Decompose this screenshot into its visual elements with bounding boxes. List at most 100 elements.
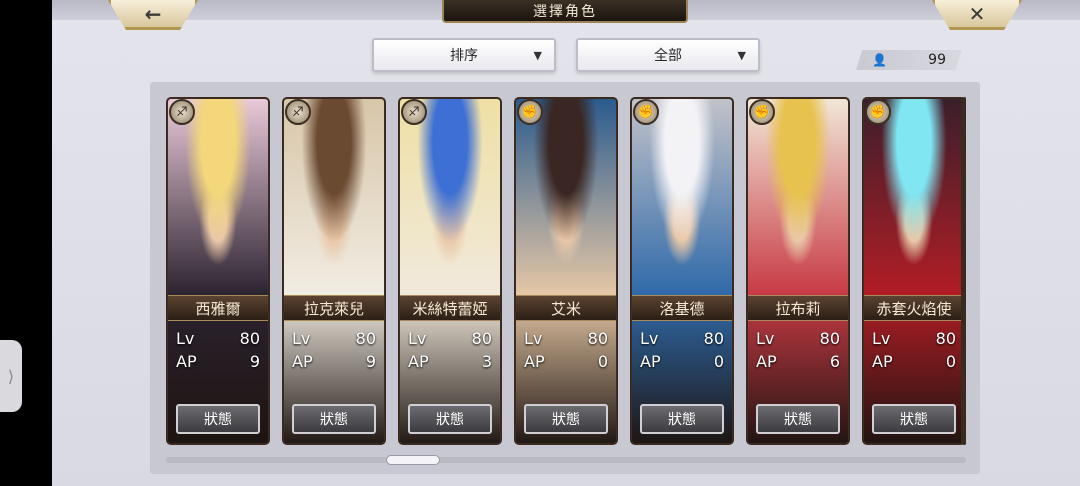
character-name: 米絲特蕾婭 (400, 295, 500, 321)
character-card[interactable]: ✊ 艾米 Lv 80 AP 0 狀態 (514, 97, 618, 445)
ap-row: AP 0 (524, 350, 608, 372)
fist-icon-glyph: ✊ (753, 104, 771, 120)
ap-label: AP (176, 351, 197, 371)
character-name: 拉克萊兒 (284, 295, 384, 321)
close-icon: ✕ (968, 1, 986, 26)
back-button[interactable]: ← (108, 0, 198, 30)
ap-label: AP (524, 351, 545, 371)
status-button[interactable]: 狀態 (176, 404, 260, 434)
character-portrait (748, 99, 848, 295)
bow-icon: ♐ (285, 99, 311, 125)
character-name: 洛基德 (632, 295, 732, 321)
person-icon: 👤 (872, 53, 887, 67)
status-button[interactable]: 狀態 (524, 404, 608, 434)
fist-icon: ✊ (865, 99, 891, 125)
level-label: Lv (292, 328, 311, 348)
character-portrait (864, 99, 964, 295)
character-card[interactable]: ✊ 洛基德 Lv 80 AP 0 狀態 (630, 97, 734, 445)
level-value: 80 (355, 328, 376, 348)
character-card[interactable]: ✊ 拉布莉 Lv 80 AP 6 狀態 (746, 97, 850, 445)
character-portrait (516, 99, 616, 295)
level-label: Lv (408, 328, 427, 348)
level-row: Lv 80 (408, 327, 492, 349)
character-portrait (284, 99, 384, 295)
sort-dropdown[interactable]: 排序 ▼ (372, 38, 556, 72)
level-value: 80 (239, 328, 260, 348)
fist-icon: ✊ (633, 99, 659, 125)
level-row: Lv 80 (756, 327, 840, 349)
status-button[interactable]: 狀態 (408, 404, 492, 434)
level-label: Lv (176, 328, 195, 348)
fist-icon-glyph: ✊ (869, 104, 887, 120)
level-value: 80 (819, 328, 840, 348)
character-name: 艾米 (516, 295, 616, 321)
level-label: Lv (640, 328, 659, 348)
character-card[interactable]: ✊ 赤套火焰使 Lv 80 AP 0 狀態 (862, 97, 966, 445)
filter-dropdown-label: 全部 (654, 48, 682, 64)
ap-label: AP (640, 351, 661, 371)
level-label: Lv (756, 328, 775, 348)
filter-dropdown[interactable]: 全部 ▼ (576, 38, 760, 72)
ap-label: AP (872, 351, 893, 371)
status-button[interactable]: 狀態 (872, 404, 956, 434)
character-portrait (168, 99, 268, 295)
ap-label: AP (292, 351, 313, 371)
character-portrait (632, 99, 732, 295)
ap-value: 9 (365, 351, 376, 371)
chevron-down-icon: ▼ (737, 48, 746, 62)
character-card[interactable]: ♐ 拉克萊兒 Lv 80 AP 9 狀態 (282, 97, 386, 445)
sort-dropdown-label: 排序 (450, 48, 478, 64)
ap-value: 3 (481, 351, 492, 371)
character-card-list[interactable]: ♐ 西雅爾 Lv 80 AP 9 狀態 ♐ 拉克萊兒 Lv 80 AP 9 狀態… (166, 97, 966, 447)
next-card-peek (961, 97, 966, 445)
ap-value: 9 (249, 351, 260, 371)
ap-label: AP (756, 351, 777, 371)
level-row: Lv 80 (640, 327, 724, 349)
level-value: 80 (471, 328, 492, 348)
chevron-right-icon: ⟩ (7, 366, 15, 386)
character-card[interactable]: ♐ 西雅爾 Lv 80 AP 9 狀態 (166, 97, 270, 445)
fist-icon: ✊ (749, 99, 775, 125)
character-select-screen: ← 選擇角色 ✕ 排序 ▼ 全部 ▼ 👤 99 ♐ 西雅爾 Lv 80 AP 9… (52, 0, 1080, 486)
character-card[interactable]: ♐ 米絲特蕾婭 Lv 80 AP 3 狀態 (398, 97, 502, 445)
bow-icon-glyph: ♐ (292, 104, 304, 120)
ap-row: AP 6 (756, 350, 840, 372)
ap-label: AP (408, 351, 429, 371)
character-count: 👤 99 (856, 50, 962, 70)
level-row: Lv 80 (176, 327, 260, 349)
close-button[interactable]: ✕ (932, 0, 1022, 30)
bow-icon: ♐ (401, 99, 427, 125)
bow-icon: ♐ (169, 99, 195, 125)
horizontal-scrollbar[interactable] (166, 457, 966, 463)
ap-row: AP 0 (640, 350, 724, 372)
level-label: Lv (524, 328, 543, 348)
level-value: 80 (935, 328, 956, 348)
scrollbar-thumb[interactable] (386, 455, 440, 465)
character-name: 赤套火焰使 (864, 295, 964, 321)
bow-icon-glyph: ♐ (176, 104, 188, 120)
character-roster-panel: ♐ 西雅爾 Lv 80 AP 9 狀態 ♐ 拉克萊兒 Lv 80 AP 9 狀態… (150, 82, 980, 474)
side-drawer-handle[interactable]: ⟩ (0, 340, 22, 412)
status-button[interactable]: 狀態 (640, 404, 724, 434)
level-row: Lv 80 (292, 327, 376, 349)
level-row: Lv 80 (872, 327, 956, 349)
ap-row: AP 9 (292, 350, 376, 372)
character-portrait (400, 99, 500, 295)
ap-value: 6 (829, 351, 840, 371)
ap-row: AP 9 (176, 350, 260, 372)
page-title: 選擇角色 (442, 0, 688, 23)
status-button[interactable]: 狀態 (292, 404, 376, 434)
arrow-left-icon: ← (144, 1, 162, 26)
character-name: 西雅爾 (168, 295, 268, 321)
fist-icon-glyph: ✊ (637, 104, 655, 120)
fist-icon-glyph: ✊ (521, 104, 539, 120)
level-row: Lv 80 (524, 327, 608, 349)
ap-value: 0 (713, 351, 724, 371)
bow-icon-glyph: ♐ (408, 104, 420, 120)
ap-row: AP 3 (408, 350, 492, 372)
fist-icon: ✊ (517, 99, 543, 125)
status-button[interactable]: 狀態 (756, 404, 840, 434)
character-name: 拉布莉 (748, 295, 848, 321)
character-count-value: 99 (928, 52, 946, 68)
left-letterbox (0, 0, 52, 486)
